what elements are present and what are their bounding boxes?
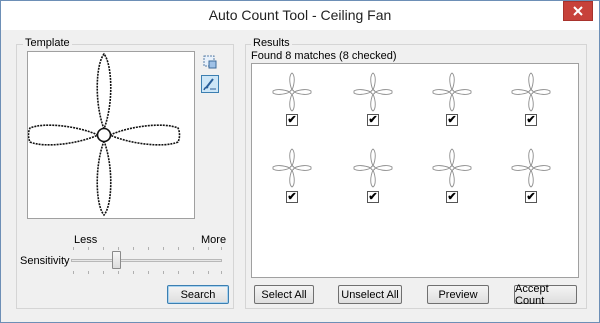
unselect-all-button[interactable]: Unselect All — [338, 285, 402, 304]
preview-button[interactable]: Preview — [427, 285, 489, 304]
draw-brush-icon — [203, 78, 216, 91]
select-region-icon — [203, 55, 217, 69]
sensitivity-more-label: More — [201, 234, 227, 246]
match-thumbnail[interactable] — [511, 148, 551, 188]
match-thumbnail[interactable] — [432, 148, 472, 188]
title-bar: Auto Count Tool - Ceiling Fan — [1, 1, 599, 30]
template-canvas[interactable] — [27, 51, 195, 219]
match-checkbox[interactable]: ✔ — [367, 114, 379, 126]
match-checkbox[interactable]: ✔ — [367, 191, 379, 203]
draw-brush-button[interactable] — [201, 75, 219, 93]
results-summary: Found 8 matches (8 checked) — [251, 50, 397, 62]
sensitivity-label: Sensitivity — [20, 255, 70, 267]
match-thumbnail[interactable] — [353, 72, 393, 112]
auto-count-window: Auto Count Tool - Ceiling Fan Template L… — [0, 0, 600, 323]
slider-track — [71, 259, 222, 262]
match-thumbnail[interactable] — [272, 72, 312, 112]
results-grid: ✔ ✔ ✔ ✔ ✔ ✔ ✔ ✔ — [251, 63, 579, 278]
match-thumbnail[interactable] — [272, 148, 312, 188]
match-checkbox[interactable]: ✔ — [286, 191, 298, 203]
template-fan-drawing — [27, 52, 181, 217]
template-group-label: Template — [23, 37, 72, 49]
select-region-button[interactable] — [201, 53, 219, 71]
sensitivity-less-label: Less — [74, 234, 98, 246]
results-group-label: Results — [251, 37, 292, 49]
match-checkbox[interactable]: ✔ — [525, 114, 537, 126]
match-checkbox[interactable]: ✔ — [446, 114, 458, 126]
window-title: Auto Count Tool - Ceiling Fan — [208, 7, 392, 23]
search-button[interactable]: Search — [167, 285, 229, 304]
close-button[interactable] — [563, 1, 593, 21]
accept-count-button[interactable]: Accept Count — [514, 283, 577, 307]
match-thumbnail[interactable] — [353, 148, 393, 188]
match-thumbnail[interactable] — [432, 72, 472, 112]
select-all-button[interactable]: Select All — [254, 285, 314, 304]
slider-thumb[interactable] — [111, 251, 121, 269]
match-checkbox[interactable]: ✔ — [525, 191, 537, 203]
match-thumbnail[interactable] — [511, 72, 551, 112]
sensitivity-slider[interactable] — [69, 247, 224, 275]
match-checkbox[interactable]: ✔ — [286, 114, 298, 126]
match-checkbox[interactable]: ✔ — [446, 191, 458, 203]
close-icon — [573, 6, 583, 16]
